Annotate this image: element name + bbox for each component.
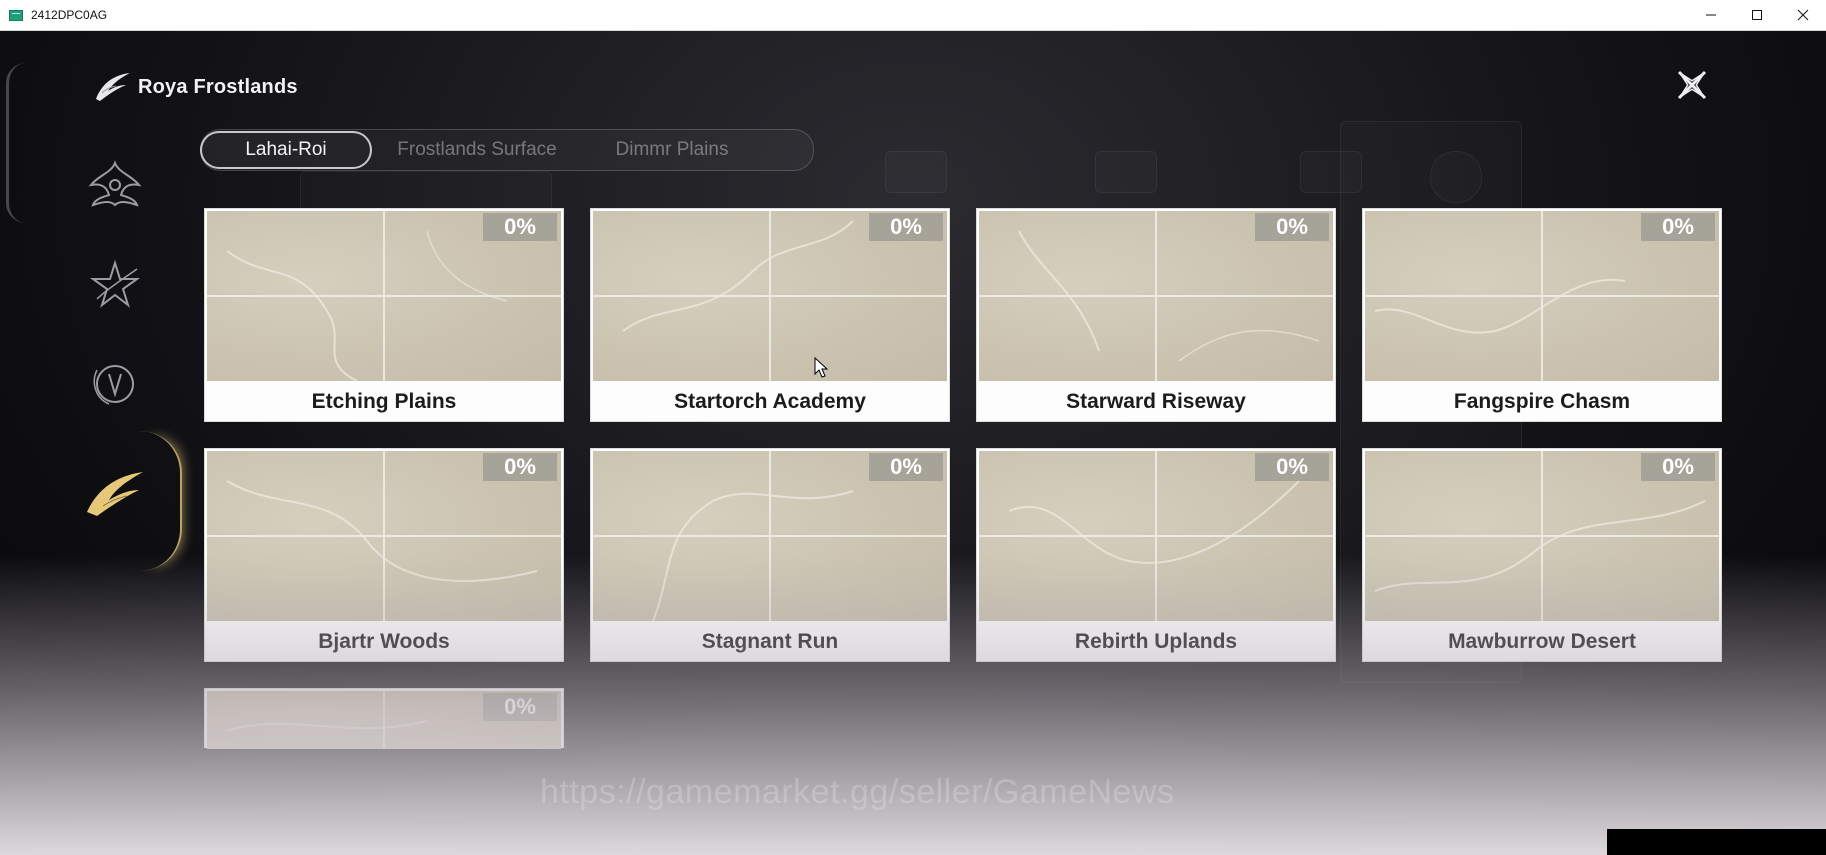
taskbar-fragment: [1607, 829, 1826, 855]
exploration-progress-badge: 0%: [1641, 453, 1715, 481]
exploration-progress-badge: 0%: [1641, 213, 1715, 241]
area-map-thumbnail: 0%: [1365, 211, 1719, 381]
map-grid-line: [979, 535, 1333, 537]
app-icon: [9, 9, 23, 21]
area-name: Stagnant Run: [701, 630, 839, 653]
nav-item-region-3[interactable]: [80, 349, 150, 419]
area-card[interactable]: 0% Mawburrow Desert: [1362, 448, 1722, 662]
region-header: Roya Frostlands: [92, 69, 298, 105]
area-card[interactable]: 0% Stagnant Run: [590, 448, 950, 662]
area-card[interactable]: 0% Startorch Academy: [590, 208, 950, 422]
map-grid-line: [207, 535, 561, 537]
area-card[interactable]: 0% Starward Riseway: [976, 208, 1336, 422]
close-map-button[interactable]: [1670, 63, 1714, 107]
tab-frostlands-surface[interactable]: Frostlands Surface: [372, 131, 582, 169]
area-name: Fangspire Chasm: [1453, 390, 1631, 413]
area-name: Mawburrow Desert: [1448, 630, 1636, 653]
frostlands-emblem-icon: [87, 472, 143, 516]
exploration-progress-badge: 0%: [483, 213, 557, 241]
exploration-progress-badge: 0%: [869, 453, 943, 481]
window-titlebar: 2412DPC0AG: [0, 0, 1826, 31]
area-map-thumbnail: 0%: [1365, 451, 1719, 621]
background-chest: [885, 151, 947, 193]
map-grid-line: [593, 535, 947, 537]
dragon-emblem-icon: [88, 160, 142, 207]
maximize-icon: [1752, 10, 1762, 20]
region-title: Roya Frostlands: [138, 75, 298, 98]
exploration-progress-badge: 0%: [1255, 453, 1329, 481]
area-map-thumbnail: 0%: [593, 211, 947, 381]
tab-lahai-roi[interactable]: Lahai-Roi: [200, 131, 372, 169]
close-icon: [1797, 9, 1809, 21]
exploration-progress-badge: 0%: [483, 693, 557, 721]
area-name: Starward Riseway: [1066, 390, 1246, 413]
area-card[interactable]: 0% Etching Plains: [204, 208, 564, 422]
window-title: 2412DPC0AG: [31, 8, 108, 22]
area-card[interactable]: 0%: [204, 688, 564, 749]
area-map-thumbnail: 0%: [207, 211, 561, 381]
mouse-cursor-icon: [814, 357, 828, 378]
left-edge-arc: [6, 63, 27, 223]
subregion-tabs: Lahai-Roi Frostlands Surface Dimmr Plain…: [200, 129, 814, 171]
minimize-button[interactable]: [1688, 0, 1734, 30]
map-grid-line: [979, 295, 1333, 297]
nav-item-region-4-active[interactable]: [80, 459, 150, 529]
map-grid-line: [1365, 535, 1719, 537]
map-grid-line: [383, 691, 385, 749]
exploration-progress-badge: 0%: [483, 453, 557, 481]
game-viewport: Roya Frostlands Lahai-Roi Frostlands Sur…: [0, 31, 1826, 855]
area-card[interactable]: 0% Rebirth Uplands: [976, 448, 1336, 662]
map-grid-line: [593, 295, 947, 297]
exploration-progress-badge: 0%: [1255, 213, 1329, 241]
circle-emblem-icon: [93, 365, 134, 405]
area-map-thumbnail: 0%: [979, 451, 1333, 621]
area-card[interactable]: 0% Fangspire Chasm: [1362, 208, 1722, 422]
area-map-thumbnail: 0%: [979, 211, 1333, 381]
tab-dimmr-plains[interactable]: Dimmr Plains: [582, 131, 762, 169]
frostlands-emblem-icon: [92, 69, 132, 105]
area-name: Startorch Academy: [674, 390, 866, 413]
close-button[interactable]: [1780, 0, 1826, 30]
area-card[interactable]: 0% Bjartr Woods: [204, 448, 564, 662]
area-name: Etching Plains: [311, 390, 457, 413]
window-controls: [1688, 0, 1826, 30]
minimize-icon: [1706, 14, 1716, 16]
area-name: Rebirth Uplands: [1074, 630, 1238, 653]
area-name: Bjartr Woods: [318, 630, 450, 653]
nav-item-region-2[interactable]: [80, 249, 150, 319]
background-chest: [1095, 151, 1157, 193]
nav-item-region-1[interactable]: [80, 149, 150, 219]
map-grid-line: [1365, 295, 1719, 297]
area-map-thumbnail: 0%: [207, 451, 561, 621]
star-close-icon: [1677, 70, 1707, 100]
maximize-button[interactable]: [1734, 0, 1780, 30]
exploration-progress-badge: 0%: [869, 213, 943, 241]
star-emblem-icon: [89, 259, 141, 308]
watermark-text: https://gamemarket.gg/seller/GameNews: [540, 773, 1175, 811]
map-grid-line: [207, 295, 561, 297]
area-map-thumbnail: 0%: [593, 451, 947, 621]
area-map-thumbnail: 0%: [207, 691, 561, 749]
